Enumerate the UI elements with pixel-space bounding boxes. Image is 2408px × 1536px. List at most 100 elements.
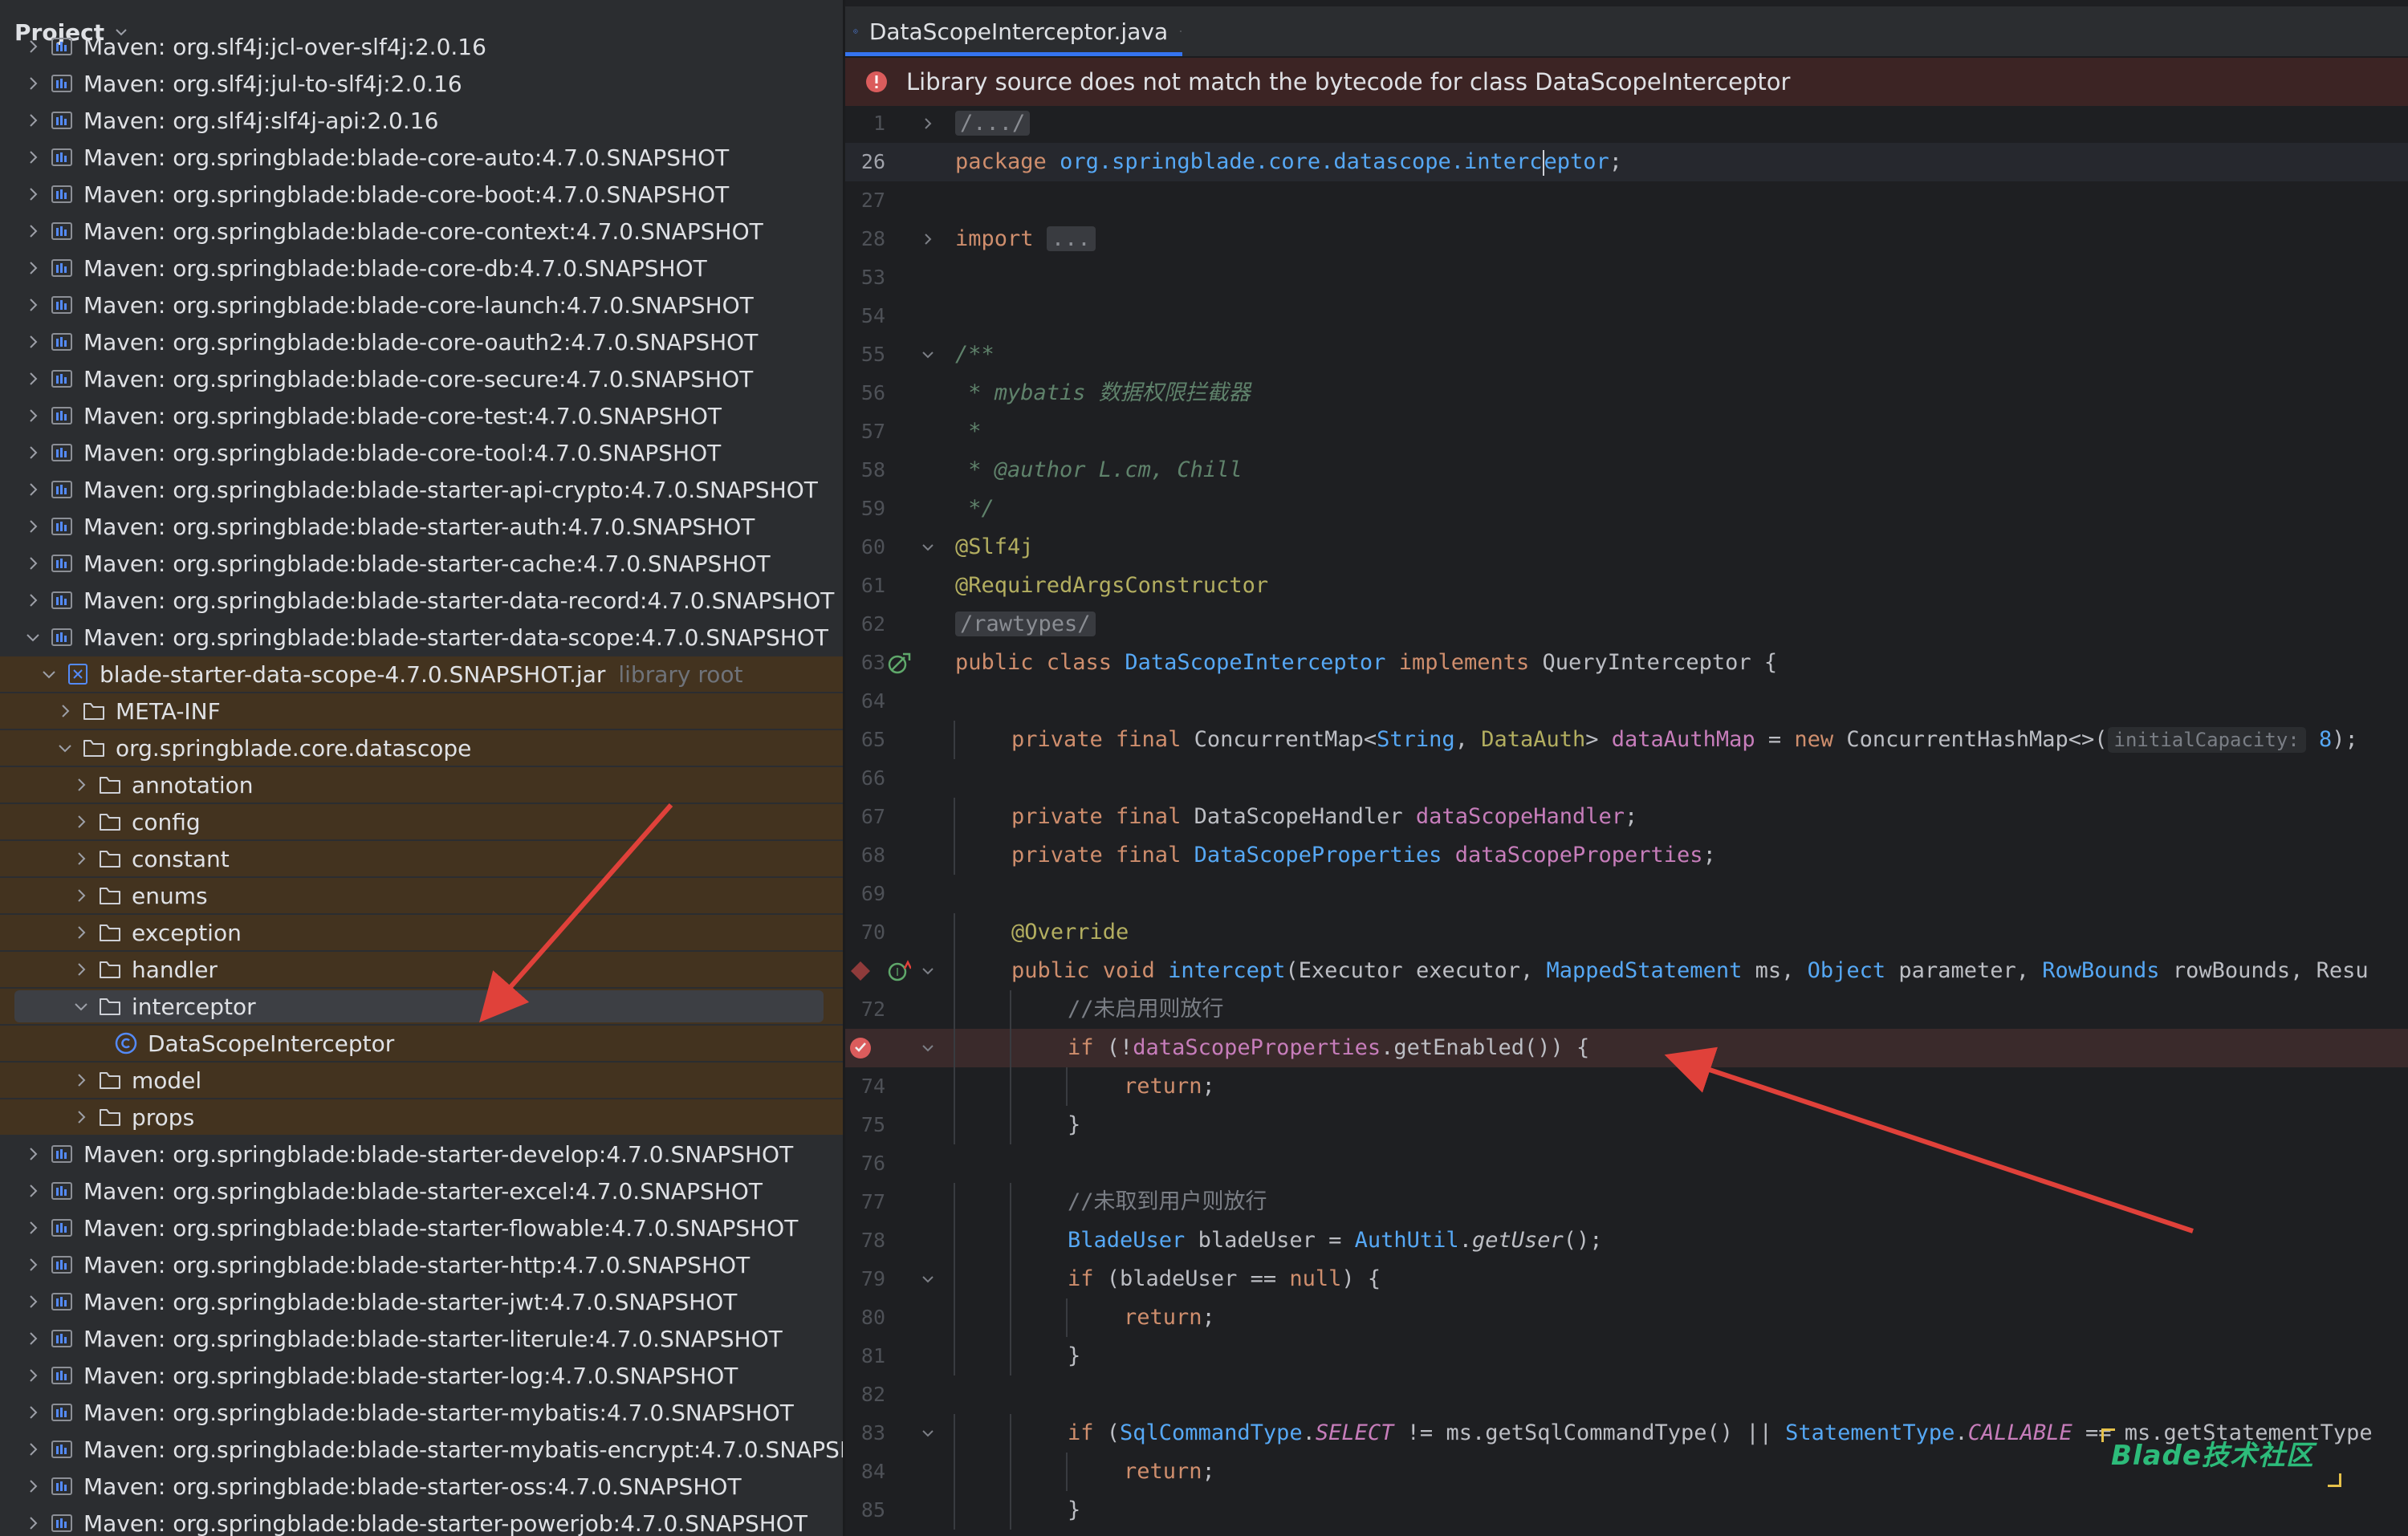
tree-item[interactable]: Maven: org.springblade:blade-core-auto:4…: [0, 140, 843, 175]
code-line[interactable]: 67 private final DataScopeHandler dataSco…: [845, 798, 2408, 836]
code-line[interactable]: 62/rawtypes/: [845, 605, 2408, 644]
code-line[interactable]: 77 //未取到用户则放行: [845, 1183, 2408, 1221]
code-line[interactable]: 58 * @author L.cm, Chill: [845, 451, 2408, 490]
tree-item[interactable]: Maven: org.springblade:blade-starter-log…: [0, 1358, 843, 1393]
code-line[interactable]: 78 BladeUser bladeUser = AuthUtil.getUser…: [845, 1221, 2408, 1260]
tree-item[interactable]: org.springblade.core.datascope: [0, 730, 843, 766]
tree-item[interactable]: Maven: org.springblade:blade-starter-exc…: [0, 1173, 843, 1209]
fold-open-icon[interactable]: [919, 1424, 937, 1442]
tree-item[interactable]: Maven: org.slf4j:slf4j-api:2.0.16: [0, 103, 843, 138]
tree-item[interactable]: Maven: org.springblade:blade-starter-dev…: [0, 1136, 843, 1172]
chevron-down-icon[interactable]: [55, 738, 75, 758]
tree-item[interactable]: Maven: org.springblade:blade-core-boot:4…: [0, 177, 843, 212]
tree-item[interactable]: constant: [0, 841, 843, 876]
tree-item[interactable]: Maven: org.springblade:blade-starter-jwt…: [0, 1284, 843, 1319]
code-line[interactable]: 82: [845, 1375, 2408, 1414]
code-line[interactable]: 57 *: [845, 412, 2408, 451]
code-line[interactable]: 80 return;: [845, 1298, 2408, 1337]
code-line[interactable]: 28 import ...: [845, 220, 2408, 258]
tree-item[interactable]: props: [0, 1099, 843, 1135]
fold-closed-icon[interactable]: [919, 115, 937, 132]
code-line[interactable]: 60 @Slf4j: [845, 528, 2408, 567]
code-line[interactable]: 72 //未启用则放行: [845, 990, 2408, 1029]
tree-item[interactable]: Maven: org.springblade:blade-starter-myb…: [0, 1395, 843, 1430]
tree-item[interactable]: Maven: org.springblade:blade-starter-lit…: [0, 1321, 843, 1356]
chevron-right-icon[interactable]: [22, 590, 43, 611]
code-line[interactable]: 55 /**: [845, 335, 2408, 374]
chevron-right-icon[interactable]: [71, 1107, 92, 1128]
code-line[interactable]: 53: [845, 258, 2408, 297]
chevron-right-icon[interactable]: [55, 701, 75, 721]
chevron-right-icon[interactable]: [22, 1144, 43, 1164]
tree-item[interactable]: Maven: org.springblade:blade-starter-htt…: [0, 1247, 843, 1282]
chevron-right-icon[interactable]: [22, 405, 43, 426]
code-line[interactable]: 68 private final DataScopeProperties data…: [845, 836, 2408, 875]
code-line[interactable]: 64: [845, 682, 2408, 721]
chevron-right-icon[interactable]: [22, 1439, 43, 1460]
code-line[interactable]: 75}: [845, 1106, 2408, 1144]
tree-item[interactable]: Maven: org.springblade:blade-core-db:4.7…: [0, 250, 843, 286]
chevron-right-icon[interactable]: [71, 848, 92, 869]
code-line[interactable]: if (!dataScopeProperties.getEnabled()) {: [845, 1029, 2408, 1067]
chevron-right-icon[interactable]: [22, 110, 43, 131]
chevron-right-icon[interactable]: [22, 36, 43, 57]
tree-item[interactable]: Maven: org.springblade:blade-starter-oss…: [0, 1469, 843, 1504]
chevron-right-icon[interactable]: [22, 553, 43, 574]
chevron-right-icon[interactable]: [22, 1217, 43, 1238]
tree-item[interactable]: Maven: org.slf4j:jul-to-slf4j:2.0.16: [0, 66, 843, 101]
code-line[interactable]: 1 /.../: [845, 104, 2408, 143]
chevron-down-icon[interactable]: [71, 996, 92, 1017]
chevron-right-icon[interactable]: [22, 221, 43, 242]
tree-item[interactable]: Maven: org.springblade:blade-starter-pow…: [0, 1506, 843, 1536]
tree-item[interactable]: META-INF: [0, 693, 843, 729]
chevron-right-icon[interactable]: [22, 1365, 43, 1386]
fold-open-icon[interactable]: [919, 346, 937, 364]
tree-item[interactable]: Maven: org.slf4j:jcl-over-slf4j:2.0.16: [0, 29, 843, 64]
chevron-right-icon[interactable]: [71, 885, 92, 906]
chevron-right-icon[interactable]: [71, 774, 92, 795]
code-line[interactable]: 65 private final ConcurrentMap<String, Da…: [845, 721, 2408, 759]
tree-item[interactable]: enums: [0, 878, 843, 913]
code-line[interactable]: 81}: [845, 1337, 2408, 1375]
tree-item[interactable]: Maven: org.springblade:blade-starter-cac…: [0, 546, 843, 581]
code-line[interactable]: 70 @Override: [845, 913, 2408, 952]
code-line[interactable]: Ipublic void intercept(Executor executor…: [845, 952, 2408, 990]
tree-item[interactable]: Maven: org.springblade:blade-core-test:4…: [0, 398, 843, 433]
tree-item[interactable]: Maven: org.springblade:blade-starter-aut…: [0, 509, 843, 544]
breakpoint-diamond-icon[interactable]: [848, 959, 872, 983]
tree-item[interactable]: Maven: org.springblade:blade-core-oauth2…: [0, 324, 843, 360]
tree-item[interactable]: Maven: org.springblade:blade-core-contex…: [0, 213, 843, 249]
chevron-right-icon[interactable]: [22, 1513, 43, 1534]
code-line[interactable]: 63 public class DataScopeInterceptor impl…: [845, 644, 2408, 682]
chevron-right-icon[interactable]: [71, 959, 92, 980]
tree-item[interactable]: model: [0, 1063, 843, 1098]
code-line[interactable]: 56 * mybatis 数据权限拦截器: [845, 374, 2408, 412]
fold-open-icon[interactable]: [919, 1039, 937, 1057]
code-line[interactable]: 74 return;: [845, 1067, 2408, 1106]
implements-icon[interactable]: [887, 651, 911, 675]
tree-item[interactable]: Maven: org.springblade:blade-core-launch…: [0, 287, 843, 323]
tree-item[interactable]: Maven: org.springblade:blade-starter-myb…: [0, 1432, 843, 1467]
tree-item[interactable]: Maven: org.springblade:blade-starter-dat…: [0, 620, 843, 655]
chevron-right-icon[interactable]: [22, 295, 43, 315]
tree-item[interactable]: Maven: org.springblade:blade-core-tool:4…: [0, 435, 843, 470]
chevron-right-icon[interactable]: [22, 516, 43, 537]
chevron-right-icon[interactable]: [22, 1476, 43, 1497]
chevron-right-icon[interactable]: [22, 331, 43, 352]
code-line[interactable]: 79 if (bladeUser == null) {: [845, 1260, 2408, 1298]
tree-item-class[interactable]: DataScopeInterceptor: [0, 1026, 843, 1061]
tree-item[interactable]: annotation: [0, 767, 843, 803]
code-line[interactable]: 54: [845, 297, 2408, 335]
tree-item[interactable]: exception: [0, 915, 843, 950]
tree-item[interactable]: blade-starter-data-scope-4.7.0.SNAPSHOT.…: [0, 656, 843, 692]
chevron-right-icon[interactable]: [22, 1180, 43, 1201]
fold-closed-icon[interactable]: [919, 230, 937, 248]
chevron-right-icon[interactable]: [22, 1254, 43, 1275]
chevron-right-icon[interactable]: [22, 479, 43, 500]
chevron-right-icon[interactable]: [22, 442, 43, 463]
tab-datascopeinterceptor[interactable]: DataScopeInterceptor.java: [845, 6, 1182, 56]
close-icon[interactable]: [1179, 23, 1182, 39]
code-line[interactable]: 61 @RequiredArgsConstructor: [845, 567, 2408, 605]
fold-open-icon[interactable]: [919, 1270, 937, 1288]
tree-item[interactable]: interceptor: [0, 989, 843, 1024]
